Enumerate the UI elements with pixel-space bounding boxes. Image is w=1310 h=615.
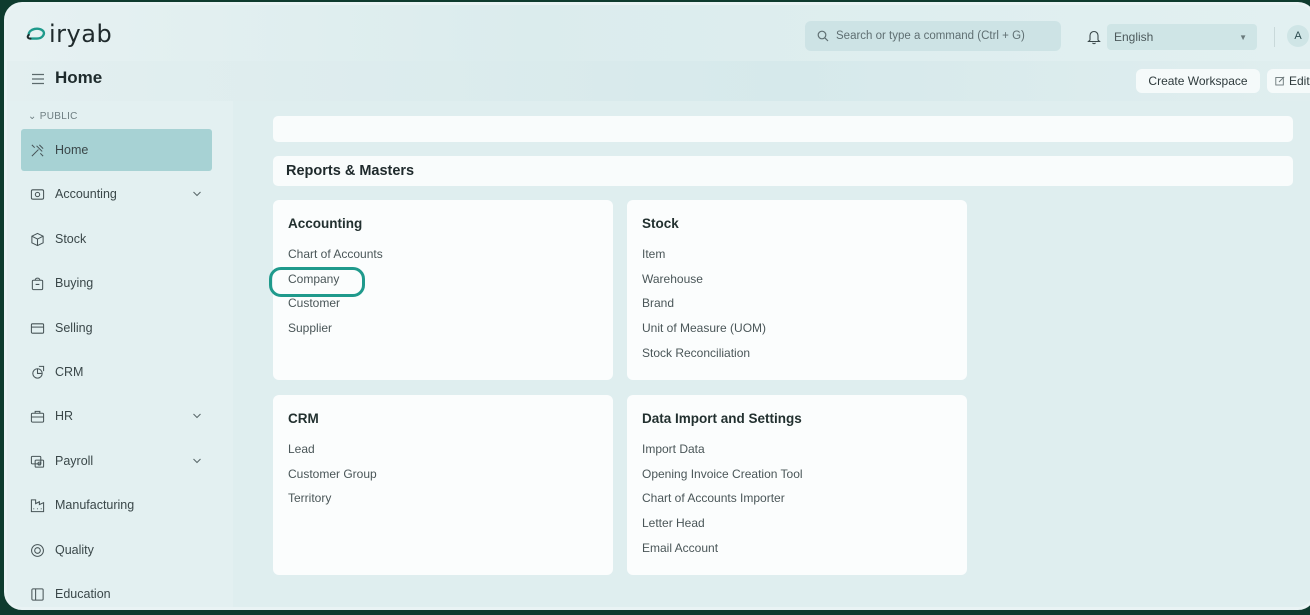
sidebar-item-payroll[interactable]: Payroll <box>21 440 212 482</box>
accounting-icon <box>30 188 45 200</box>
create-workspace-button[interactable]: Create Workspace <box>1136 69 1260 93</box>
divider <box>1274 27 1275 47</box>
sidebar-item-buying[interactable]: Buying <box>21 262 212 304</box>
sidebar-item-manufacturing[interactable]: Manufacturing <box>21 484 212 526</box>
caret-down-icon: ▼ <box>1239 32 1247 42</box>
chevron-down-icon[interactable] <box>192 456 202 466</box>
workspace-block <box>273 116 1293 142</box>
app-window: iryab Search or type a command (Ctrl + G… <box>4 2 1310 610</box>
briefcase-icon <box>30 410 45 423</box>
link-import-data[interactable]: Import Data <box>642 441 952 466</box>
company-highlight-ring <box>269 267 365 297</box>
payroll-icon <box>30 455 45 468</box>
link-uom[interactable]: Unit of Measure (UOM) <box>642 320 952 345</box>
page-title: Home <box>55 68 103 87</box>
sidebar-item-hr[interactable]: HR <box>21 395 212 437</box>
notification-bell-icon[interactable] <box>1087 29 1101 45</box>
link-supplier[interactable]: Supplier <box>288 320 598 345</box>
sidebar-item-label: Buying <box>55 276 94 290</box>
link-territory[interactable]: Territory <box>288 490 598 515</box>
card-title: Accounting <box>288 216 363 231</box>
sidebar-item-label: Payroll <box>55 454 94 468</box>
logo-text: iryab <box>49 20 113 48</box>
sidebar-item-stock[interactable]: Stock <box>21 218 212 260</box>
search-icon <box>817 30 829 42</box>
sidebar-item-label: Quality <box>55 543 94 557</box>
section-header: Reports & Masters <box>273 156 1293 186</box>
bag-icon <box>31 277 44 290</box>
link-opening-invoice-tool[interactable]: Opening Invoice Creation Tool <box>642 466 952 491</box>
link-item[interactable]: Item <box>642 246 952 271</box>
sidebar-section-label[interactable]: ⌄ PUBLIC <box>28 111 78 122</box>
link-stock-reconciliation[interactable]: Stock Reconciliation <box>642 345 952 370</box>
selling-icon <box>30 322 45 334</box>
chevron-down-icon[interactable] <box>192 411 202 421</box>
card-stock: Stock Item Warehouse Brand Unit of Measu… <box>627 200 967 380</box>
cube-icon <box>31 232 44 246</box>
language-value: English <box>1114 30 1154 44</box>
card-data-import-settings: Data Import and Settings Import Data Ope… <box>627 395 967 575</box>
link-customer-group[interactable]: Customer Group <box>288 466 598 491</box>
edit-icon <box>1275 76 1285 86</box>
sidebar-item-education[interactable]: Education <box>21 573 212 607</box>
factory-icon <box>30 498 45 512</box>
sidebar-item-label: Stock <box>55 232 87 246</box>
sidebar-item-label: Selling <box>55 321 93 335</box>
language-select[interactable]: English ▼ <box>1107 24 1257 50</box>
sidebar-item-accounting[interactable]: Accounting <box>21 173 212 215</box>
search-input[interactable]: Search or type a command (Ctrl + G) <box>805 21 1061 51</box>
sidebar-item-selling[interactable]: Selling <box>21 307 212 349</box>
search-placeholder: Search or type a command (Ctrl + G) <box>836 30 1025 42</box>
sidebar-item-label: Education <box>55 587 111 601</box>
link-letter-head[interactable]: Letter Head <box>642 515 952 540</box>
page-header <box>7 61 1310 101</box>
card-crm: CRM Lead Customer Group Territory <box>273 395 613 575</box>
tools-icon <box>31 144 44 156</box>
sidebar-item-label: CRM <box>55 365 84 379</box>
hamburger-menu-icon[interactable] <box>31 73 45 85</box>
link-warehouse[interactable]: Warehouse <box>642 271 952 296</box>
card-title: Stock <box>642 216 679 231</box>
sidebar-section-text: PUBLIC <box>39 111 78 122</box>
link-chart-of-accounts-importer[interactable]: Chart of Accounts Importer <box>642 490 952 515</box>
logo-mark-icon <box>26 27 46 40</box>
quality-icon <box>31 543 44 557</box>
book-icon <box>31 587 44 601</box>
avatar[interactable]: A <box>1287 25 1309 47</box>
sidebar-item-quality[interactable]: Quality <box>21 529 212 571</box>
edit-button[interactable]: Edit <box>1267 69 1310 93</box>
brand-logo[interactable]: iryab <box>25 19 112 49</box>
sidebar-item-home[interactable]: Home <box>21 129 212 171</box>
sidebar-item-label: Accounting <box>55 187 117 201</box>
link-brand[interactable]: Brand <box>642 295 952 320</box>
card-title: CRM <box>288 411 319 426</box>
edit-label: Edit <box>1289 74 1310 88</box>
link-lead[interactable]: Lead <box>288 441 598 466</box>
sidebar-item-label: HR <box>55 409 74 423</box>
crm-icon <box>32 365 45 379</box>
chevron-down-icon[interactable] <box>192 189 202 199</box>
sidebar-item-label: Home <box>55 143 89 157</box>
link-email-account[interactable]: Email Account <box>642 540 952 565</box>
card-title: Data Import and Settings <box>642 411 802 426</box>
sidebar-item-crm[interactable]: CRM <box>21 351 212 393</box>
sidebar-item-label: Manufacturing <box>55 498 135 512</box>
link-customer[interactable]: Customer <box>288 295 598 320</box>
